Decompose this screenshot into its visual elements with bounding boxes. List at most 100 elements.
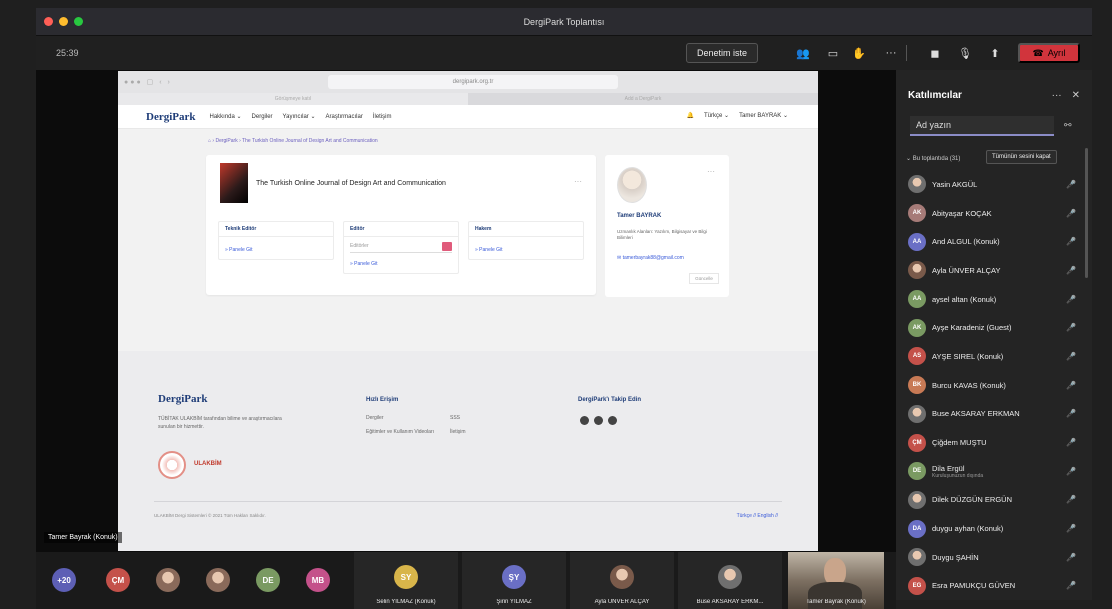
participant-row[interactable]: AK Ayşe Karadeniz (Guest) 🎤 <box>908 313 1078 342</box>
more-actions-icon[interactable]: ··· <box>882 44 900 62</box>
participant-row[interactable]: Ayla ÜNVER ALÇAY 🎤 <box>908 256 1078 285</box>
muted-mic-icon[interactable]: 🎤 <box>1066 438 1076 447</box>
in-meeting-section[interactable]: ⌄ Bu toplantıda (31) <box>906 155 960 162</box>
footer-link-contact[interactable]: İletişim <box>450 429 466 436</box>
strip-avatar[interactable]: DE <box>256 568 280 592</box>
participant-name: And ALGUL (Konuk) <box>932 237 1000 247</box>
notification-icon[interactable]: 🔔 <box>687 112 694 119</box>
participant-row[interactable]: AA And ALGUL (Konuk) 🎤 <box>908 227 1078 256</box>
participant-row[interactable]: AS AYŞE SIREL (Konuk) 🎤 <box>908 342 1078 371</box>
nav-researchers[interactable]: Araştırmacılar <box>325 114 362 120</box>
kebab-menu-icon[interactable]: ··· <box>707 167 715 176</box>
muted-mic-icon[interactable]: 🎤 <box>1066 467 1076 476</box>
participant-row[interactable]: DA duygu ayhan (Konuk) 🎤 <box>908 514 1078 543</box>
close-panel-icon[interactable]: ✕ <box>1072 90 1080 101</box>
twitter-icon[interactable] <box>594 416 603 425</box>
strip-avatar[interactable]: MB <box>306 568 330 592</box>
breadcrumb[interactable]: ⌂ › DergiPark › The Turkish Online Journ… <box>208 138 378 144</box>
participant-row[interactable]: AK Abityaşar KOÇAK 🎤 <box>908 199 1078 228</box>
browser-tab[interactable]: Görüşmeye katıl <box>118 93 468 105</box>
journal-title[interactable]: The Turkish Online Journal of Design Art… <box>256 180 446 187</box>
leave-button[interactable]: ☎ Ayrıl <box>1018 43 1080 63</box>
go-to-panel-link[interactable]: » Panele Git <box>469 237 583 259</box>
participant-row[interactable]: Yasin AKGÜL 🎤 <box>908 170 1078 199</box>
muted-mic-icon[interactable]: 🎤 <box>1066 381 1076 390</box>
language-select[interactable]: Türkçe ⌄ <box>704 112 729 119</box>
participant-row[interactable]: BK Burcu KAVAS (Konuk) 🎤 <box>908 371 1078 400</box>
update-button[interactable]: Güncelle <box>689 273 719 284</box>
footer-link-faq[interactable]: SSS <box>450 415 460 422</box>
tile-label: Buse AKSARAY ERKM... <box>696 599 764 605</box>
muted-mic-icon[interactable]: 🎤 <box>1066 237 1076 246</box>
close-window-icon[interactable] <box>44 17 53 26</box>
participant-row[interactable]: Duygu ŞAHİN 🎤 <box>908 543 1078 572</box>
user-menu[interactable]: Tamer BAYRAK ⌄ <box>739 112 788 119</box>
participant-avatar: AK <box>908 204 926 223</box>
strip-avatar[interactable]: ÇM <box>106 568 130 592</box>
muted-mic-icon[interactable]: 🎤 <box>1066 266 1076 275</box>
muted-mic-icon[interactable]: 🎤 <box>1066 323 1076 332</box>
muted-mic-icon[interactable]: 🎤 <box>1066 495 1076 504</box>
minimize-window-icon[interactable] <box>59 17 68 26</box>
maximize-window-icon[interactable] <box>74 17 83 26</box>
raise-hand-icon[interactable]: ✋ <box>850 44 868 62</box>
footer-logo[interactable]: DergiPark <box>158 393 207 405</box>
presenter-video[interactable]: Tamer Bayrak (Konuk) <box>788 552 884 609</box>
muted-mic-icon[interactable]: 🎤 <box>1066 180 1076 189</box>
journal-cover-image[interactable] <box>220 163 248 203</box>
address-bar[interactable]: dergipark.org.tr <box>328 75 618 89</box>
nav-about[interactable]: Hakkında ⌄ <box>209 113 241 120</box>
muted-mic-icon[interactable]: 🎤 <box>1066 295 1076 304</box>
more-options-icon[interactable]: ··· <box>1052 90 1062 101</box>
footer-link-tutorials[interactable]: Eğitimler ve Kullanım Videoları <box>366 429 446 436</box>
strip-avatar[interactable] <box>156 568 180 592</box>
mute-all-button[interactable]: Tümünün sesini kapat <box>986 150 1057 164</box>
shared-screen-stage: ●●● ▢ ‹ › dergipark.org.tr Görüşmeye kat… <box>36 70 896 552</box>
kebab-menu-icon[interactable]: ··· <box>574 177 582 186</box>
browser-tab[interactable]: Add a DergiPark <box>468 93 818 105</box>
participant-tile[interactable]: Buse AKSARAY ERKM... <box>678 552 782 609</box>
share-invite-icon[interactable]: ⚯ <box>1064 120 1072 131</box>
muted-mic-icon[interactable]: 🎤 <box>1066 209 1076 218</box>
participant-row[interactable]: ÇM Çiğdem MUŞTU 🎤 <box>908 428 1078 457</box>
shared-browser-window: ●●● ▢ ‹ › dergipark.org.tr Görüşmeye kat… <box>118 71 818 551</box>
muted-mic-icon[interactable]: 🎤 <box>1066 352 1076 361</box>
participant-row[interactable]: DE Dila Ergül Kuruluşunuzun dışında 🎤 <box>908 457 1078 486</box>
editor-select[interactable]: Editörler <box>350 242 452 253</box>
instagram-icon[interactable] <box>608 416 617 425</box>
profile-email[interactable]: ✉ tamerbayrak88@gmail.com <box>617 255 684 261</box>
strip-avatar[interactable] <box>206 568 230 592</box>
remove-icon[interactable] <box>442 242 452 251</box>
muted-mic-icon[interactable]: 🎤 <box>1066 409 1076 418</box>
facebook-icon[interactable] <box>580 416 589 425</box>
nav-contact[interactable]: İletişim <box>373 114 392 120</box>
participant-search-input[interactable]: Ad yazın <box>910 116 1054 136</box>
nav-publishers[interactable]: Yayıncılar ⌄ <box>283 113 316 120</box>
share-screen-icon[interactable]: ⬆ <box>986 44 1004 62</box>
chat-icon[interactable]: ▭ <box>824 44 842 62</box>
participant-row[interactable]: AA aysel altan (Konuk) 🎤 <box>908 285 1078 314</box>
participant-tile[interactable]: ŞY Şirin YILMAZ <box>462 552 566 609</box>
camera-off-icon[interactable]: ◼ <box>926 44 944 62</box>
panel-scrollbar[interactable] <box>1085 148 1088 278</box>
muted-mic-icon[interactable]: 🎤 <box>1066 524 1076 533</box>
nav-journals[interactable]: Dergiler <box>252 114 273 120</box>
participants-icon[interactable]: 👥 <box>794 44 812 62</box>
muted-mic-icon[interactable]: 🎤 <box>1066 581 1076 590</box>
more-participants-badge[interactable]: +20 <box>52 568 76 592</box>
participant-row[interactable]: Buse AKSARAY ERKMAN 🎤 <box>908 400 1078 429</box>
participant-tile[interactable]: Ayla ÜNVER ALÇAY <box>570 552 674 609</box>
go-to-panel-link[interactable]: » Panele Git <box>219 237 333 259</box>
muted-mic-icon[interactable]: 🎤 <box>1066 553 1076 562</box>
request-control-button[interactable]: Denetim iste <box>686 43 759 63</box>
go-to-panel-link[interactable]: » Panele Git <box>344 255 458 273</box>
participant-name: aysel altan (Konuk) <box>932 294 997 304</box>
participant-row[interactable]: EG Esra PAMUKÇU GÜVEN 🎤 <box>908 572 1078 601</box>
participant-tile[interactable]: SY Selin YILMAZ (Konuk) <box>354 552 458 609</box>
participant-row[interactable]: Dilek DÜZGÜN ERGÜN 🎤 <box>908 486 1078 515</box>
footer-link-journals[interactable]: Dergiler <box>366 415 384 422</box>
footer-language-links[interactable]: Türkçe // English // <box>737 513 778 519</box>
mic-off-icon[interactable]: 🎙 <box>956 44 974 62</box>
window-controls[interactable] <box>44 17 83 26</box>
dergipark-logo[interactable]: DergiPark <box>146 111 195 123</box>
